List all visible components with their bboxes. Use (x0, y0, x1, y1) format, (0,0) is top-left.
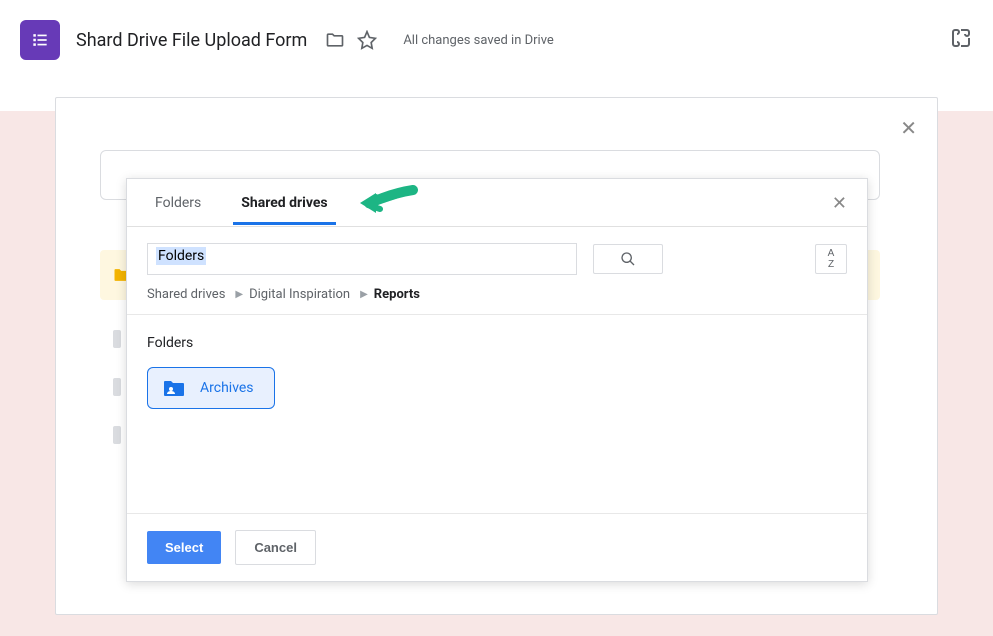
folder-item-archives[interactable]: Archives (147, 367, 275, 409)
forms-logo[interactable] (20, 20, 60, 60)
save-status: All changes saved in Drive (403, 33, 554, 48)
search-input[interactable]: Folders (147, 243, 577, 275)
folder-icon[interactable] (325, 30, 345, 50)
cancel-button[interactable]: Cancel (235, 530, 316, 565)
tab-folders[interactable]: Folders (147, 181, 209, 225)
app-header: Shard Drive File Upload Form All changes… (0, 0, 993, 80)
sort-az-icon: AZ (828, 248, 835, 270)
folder-picker-dialog: Folders Shared drives ✕ Folders AZ Share… (126, 178, 868, 582)
breadcrumb-mid[interactable]: Digital Inspiration (249, 287, 350, 302)
close-icon[interactable]: ✕ (832, 193, 847, 214)
picker-footer: Select Cancel (127, 513, 867, 581)
forms-icon (30, 30, 50, 50)
search-row: Folders AZ (127, 227, 867, 283)
sort-button[interactable]: AZ (815, 244, 847, 274)
document-title[interactable]: Shard Drive File Upload Form (76, 30, 307, 51)
picker-tabs: Folders Shared drives ✕ (127, 179, 867, 227)
edge-decorations (113, 330, 121, 474)
tab-shared-drives[interactable]: Shared drives (233, 181, 335, 225)
section-label: Folders (147, 335, 847, 351)
breadcrumb-current[interactable]: Reports (374, 287, 420, 302)
breadcrumb-root[interactable]: Shared drives (147, 287, 225, 302)
close-icon[interactable]: ✕ (900, 116, 917, 140)
extension-icon[interactable] (949, 26, 973, 50)
search-button[interactable] (593, 244, 663, 274)
select-button[interactable]: Select (147, 531, 221, 564)
search-icon (620, 251, 636, 267)
breadcrumb: Shared drives ▶ Digital Inspiration ▶ Re… (127, 283, 867, 315)
annotation-arrow (358, 185, 418, 219)
folder-item-label: Archives (200, 380, 254, 396)
chevron-right-icon: ▶ (360, 289, 368, 300)
chevron-right-icon: ▶ (235, 289, 243, 300)
star-icon[interactable] (357, 30, 377, 50)
shared-folder-icon (162, 378, 186, 398)
folders-section: Folders Archives (127, 315, 867, 429)
search-value: Folders (156, 247, 206, 265)
